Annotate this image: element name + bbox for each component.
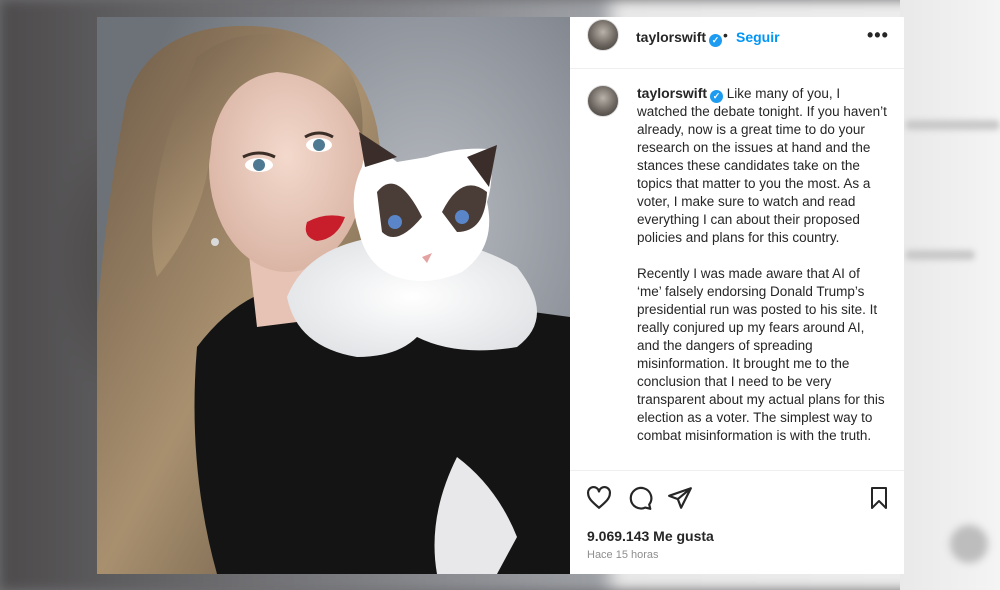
more-options-icon[interactable]: ••• [867, 25, 889, 46]
caption-username[interactable]: taylorswift ✓ [637, 85, 724, 103]
post-timestamp[interactable]: Hace 15 horas [587, 549, 659, 561]
separator-dot: • [723, 27, 728, 43]
blurred-backdrop-avatar [950, 525, 988, 563]
verified-badge-icon: ✓ [709, 34, 723, 47]
post-panel: taylorswift ✓ • Seguir ••• taylorswift ✓ L… [570, 17, 904, 574]
photo-illustration [97, 25, 570, 574]
caption-text: Recently I was made aware that AI of ‘me… [637, 266, 885, 443]
post-caption: taylorswift ✓ Like many of you, I watched… [637, 84, 887, 463]
avatar[interactable] [587, 19, 619, 51]
send-icon[interactable] [667, 485, 693, 511]
username-text[interactable]: taylorswift [637, 85, 707, 101]
caption-paragraph: Recently I was made aware that AI of ‘me… [637, 265, 887, 445]
heart-icon[interactable] [586, 485, 612, 511]
post-photo[interactable] [97, 17, 570, 574]
blurred-backdrop-text [905, 120, 1000, 130]
blurred-backdrop-text [905, 250, 975, 260]
header-username[interactable]: taylorswift ✓ [636, 29, 723, 47]
post-header: taylorswift ✓ • Seguir ••• [570, 17, 904, 69]
caption-paragraph: taylorswift ✓ Like many of you, I watched… [637, 84, 887, 247]
username-text[interactable]: taylorswift [636, 29, 706, 45]
comment-icon[interactable] [627, 485, 653, 511]
follow-button[interactable]: Seguir [736, 29, 780, 45]
post-actions: 9.069.143 Me gusta Hace 15 horas [570, 470, 904, 574]
caption-area[interactable]: taylorswift ✓ Like many of you, I watched… [570, 70, 904, 470]
verified-badge-icon: ✓ [710, 90, 724, 103]
caption-text: Like many of you, I watched the debate t… [637, 86, 887, 245]
blurred-backdrop-right [900, 0, 1000, 590]
caption-avatar[interactable] [587, 85, 619, 117]
bookmark-icon[interactable] [867, 485, 891, 511]
likes-count[interactable]: 9.069.143 Me gusta [587, 528, 714, 544]
